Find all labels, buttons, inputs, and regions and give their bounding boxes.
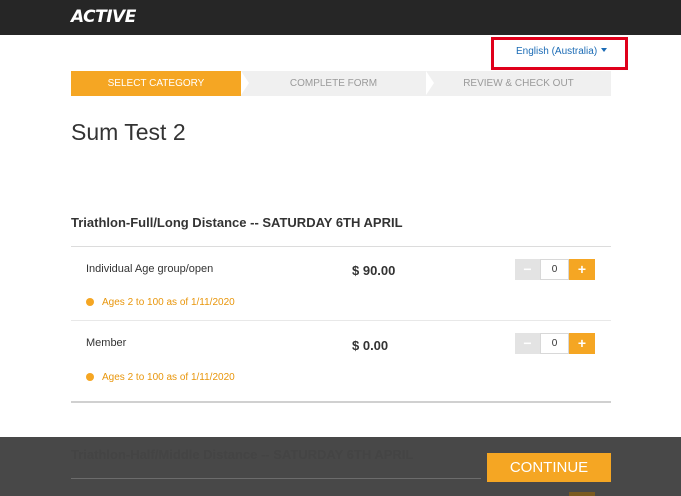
decrement-button[interactable]: − (515, 259, 540, 280)
quantity-stepper: − 0 + (515, 259, 595, 280)
continue-button[interactable]: CONTINUE (487, 453, 611, 482)
quantity-input[interactable]: 0 (540, 333, 569, 354)
divider (71, 401, 611, 403)
partial-stepper (569, 492, 595, 496)
divider (71, 478, 481, 479)
divider (71, 320, 611, 321)
section-title: Triathlon-Full/Long Distance -- SATURDAY… (71, 215, 403, 230)
increment-button[interactable]: + (569, 333, 595, 354)
divider (71, 246, 611, 247)
item-price: $ 90.00 (352, 263, 396, 278)
language-label: English (Australia) (516, 46, 598, 57)
checkout-steps: SELECT CATEGORY COMPLETE FORM REVIEW & C… (71, 71, 611, 96)
decrement-button[interactable]: − (515, 333, 540, 354)
quantity-stepper: − 0 + (515, 333, 595, 354)
quantity-input[interactable]: 0 (540, 259, 569, 280)
top-bar: ACTIVE (0, 0, 681, 35)
age-note: Ages 2 to 100 as of 1/11/2020 (86, 372, 235, 383)
step-select-category: SELECT CATEGORY (71, 71, 249, 96)
active-logo[interactable]: ACTIVE (71, 7, 136, 27)
bullet-dot-icon (86, 373, 94, 381)
language-selector[interactable]: English (Australia) (516, 46, 608, 57)
increment-button[interactable]: + (569, 259, 595, 280)
bullet-dot-icon (86, 298, 94, 306)
caret-down-icon (601, 48, 608, 52)
item-name: Individual Age group/open (86, 263, 214, 275)
step-complete-form: COMPLETE FORM (241, 71, 434, 96)
step-review-checkout: REVIEW & CHECK OUT (426, 71, 611, 96)
item-name: Member (86, 337, 127, 349)
item-price: $ 0.00 (352, 338, 389, 353)
page-title: Sum Test 2 (71, 119, 186, 145)
section-title: Triathlon-Half/Middle Distance -- SATURD… (71, 447, 414, 462)
age-note: Ages 2 to 100 as of 1/11/2020 (86, 297, 235, 308)
